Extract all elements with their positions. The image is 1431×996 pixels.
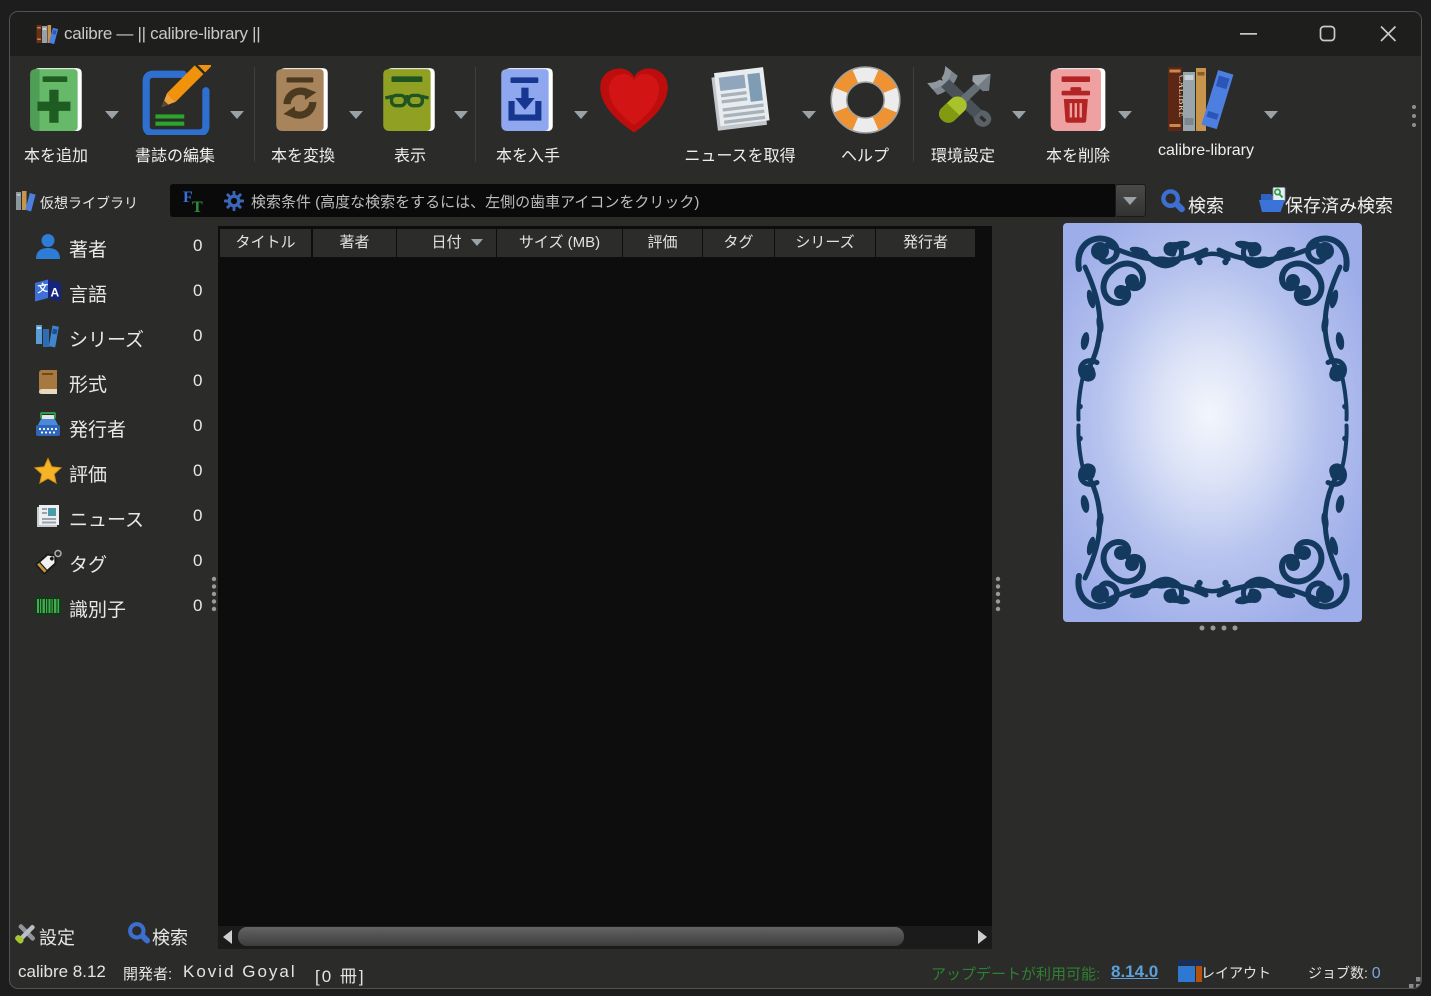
svg-text:T: T	[192, 199, 203, 215]
svg-text:A: A	[51, 286, 60, 300]
svg-text:文: 文	[37, 281, 49, 296]
